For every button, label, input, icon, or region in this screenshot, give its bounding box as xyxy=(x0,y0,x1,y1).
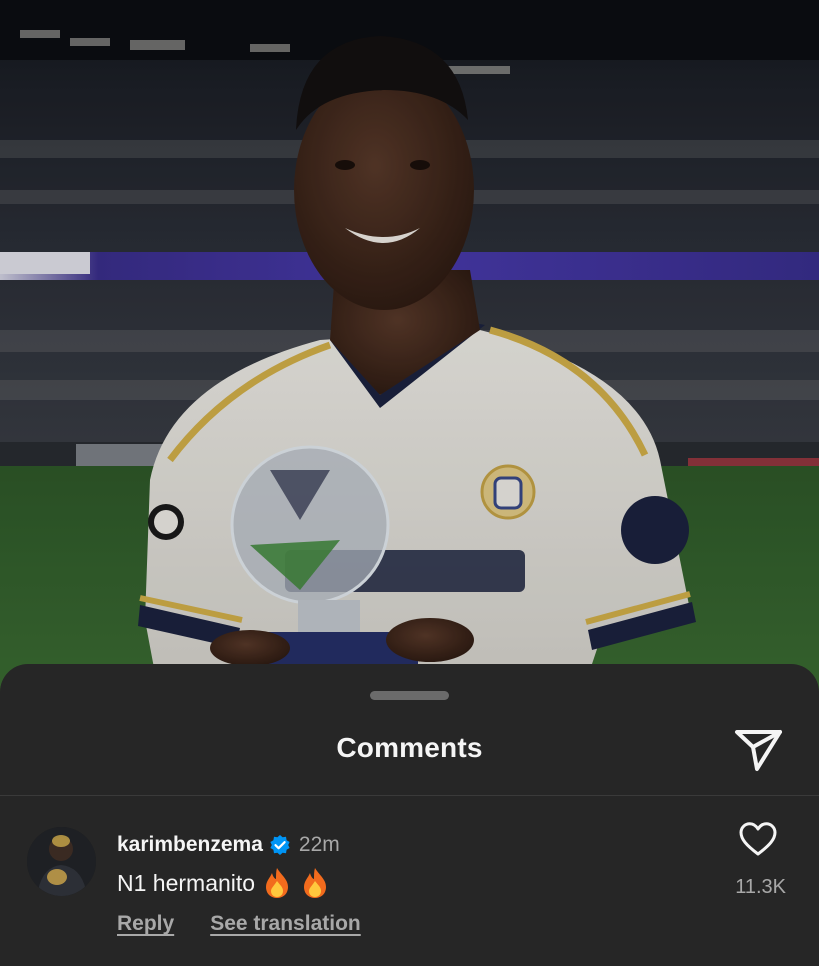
fire-emoji-icon xyxy=(266,868,289,898)
comment-timestamp: 22m xyxy=(298,833,340,856)
avatar[interactable] xyxy=(27,827,96,896)
comment-username[interactable]: karimbenzema xyxy=(117,833,263,857)
comment-item: karimbenzema 22m N1 hermanito Reply See … xyxy=(0,796,819,966)
comment-body: N1 hermanito xyxy=(117,866,339,900)
like-count: 11.3K xyxy=(735,876,786,898)
comment-text: N1 hermanito xyxy=(117,869,256,896)
sheet-drag-handle[interactable] xyxy=(370,691,449,700)
app-screen: Comments karimbenzema 22m N1 hermanito R… xyxy=(0,0,819,966)
comments-sheet: Comments karimbenzema 22m N1 hermanito R… xyxy=(0,664,819,966)
paper-plane-icon xyxy=(735,730,782,771)
post-photo-illustration xyxy=(0,0,819,700)
verified-badge-icon xyxy=(270,835,290,855)
share-button[interactable] xyxy=(733,725,785,773)
see-translation-link[interactable]: See translation xyxy=(210,912,361,936)
fire-emoji-icon xyxy=(304,868,327,898)
comment-actions: Reply See translation xyxy=(117,912,361,936)
post-photo xyxy=(0,0,819,700)
comment-meta: karimbenzema 22m xyxy=(117,831,340,859)
sheet-title: Comments xyxy=(336,732,483,763)
heart-outline-icon xyxy=(739,822,777,856)
like-button[interactable] xyxy=(738,821,778,857)
reply-link[interactable]: Reply xyxy=(117,912,174,936)
avatar-image xyxy=(27,827,96,896)
